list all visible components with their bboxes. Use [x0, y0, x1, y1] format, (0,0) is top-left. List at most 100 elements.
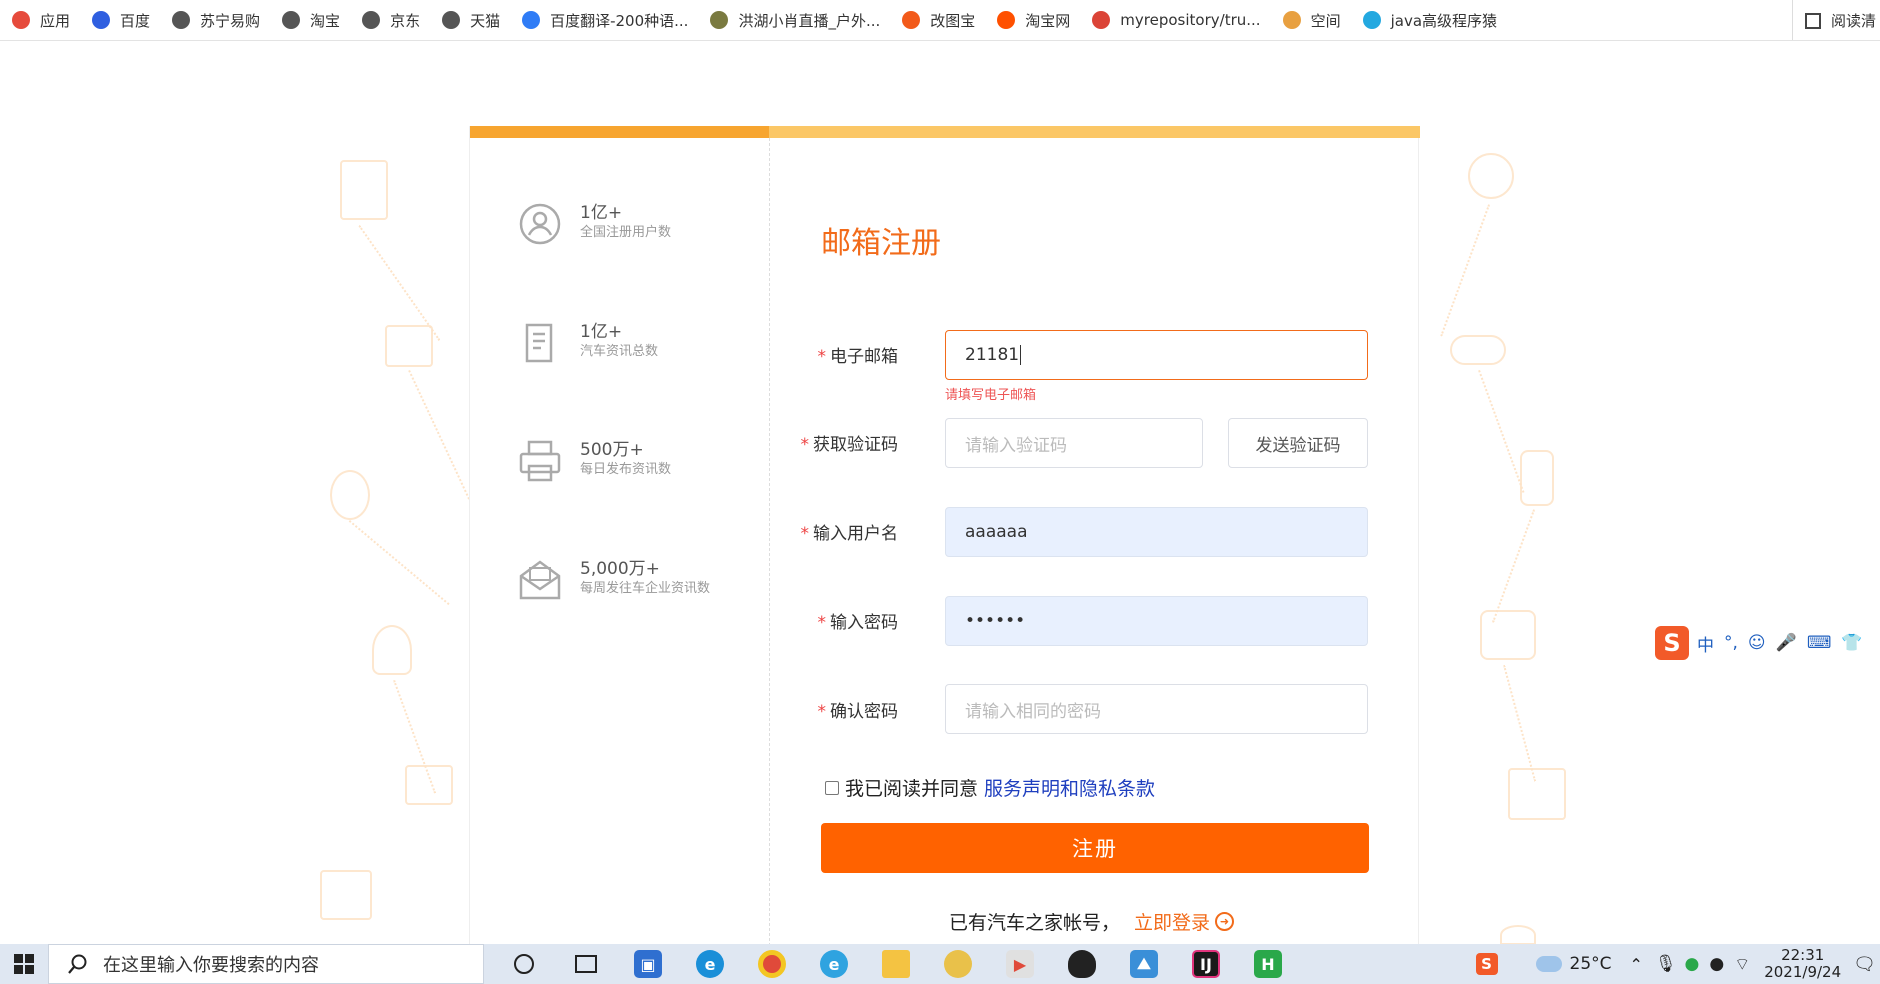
ime-keyboard-icon[interactable]: ⌨	[1807, 633, 1832, 653]
file-explorer-icon[interactable]	[876, 944, 916, 984]
wifi-icon[interactable]: ⌔	[1734, 954, 1750, 975]
bookmark-item[interactable]: 淘宝	[282, 10, 340, 31]
ime-chinese-mode[interactable]: 中	[1697, 631, 1714, 656]
bookmark-item[interactable]: myrepository/tru...	[1092, 11, 1261, 29]
ime-voice-icon[interactable]: 🎤	[1776, 633, 1797, 653]
stat-number: 1亿+	[580, 203, 623, 223]
photos-icon[interactable]: ⛰	[1124, 944, 1164, 984]
hbuilder-icon[interactable]: H	[1248, 944, 1288, 984]
register-title: 邮箱注册	[821, 226, 941, 261]
card-top-bar-left	[470, 126, 769, 138]
send-code-button[interactable]: 发送验证码	[1228, 418, 1368, 468]
bookmark-label: 百度	[120, 11, 151, 30]
temperature: 25°C	[1569, 954, 1612, 974]
user-circle-icon	[519, 203, 561, 245]
bookmark-label: 苏宁易购	[200, 11, 261, 30]
ime-emoji-icon[interactable]: ☺	[1748, 633, 1766, 653]
ime-skin-icon[interactable]: 👕	[1841, 633, 1862, 653]
sogou-logo-icon[interactable]: S	[1655, 626, 1689, 660]
bookmark-item[interactable]: 苏宁易购	[172, 10, 260, 31]
password-label: * 输入密码	[817, 613, 899, 633]
ime-punctuation[interactable]: °,	[1724, 633, 1738, 653]
windows-logo-icon	[14, 954, 34, 974]
code-label: * 获取验证码	[800, 435, 899, 455]
microphone-icon: 🎙	[1654, 954, 1677, 974]
bookmark-item[interactable]: 百度	[92, 10, 150, 31]
task-view-icon[interactable]	[566, 944, 606, 984]
wechat-tray-icon[interactable]: ●	[1685, 954, 1700, 974]
register-button[interactable]: 注册	[821, 823, 1369, 873]
email-label: * 电子邮箱	[817, 347, 899, 367]
card-top-bar-right	[769, 126, 1420, 138]
bookmark-item[interactable]: 天猫	[442, 10, 500, 31]
arrow-right-icon: ➜	[1215, 912, 1235, 931]
code-input[interactable]: 请输入验证码	[945, 418, 1203, 468]
sogou-tray-icon[interactable]: S	[1475, 953, 1498, 975]
bookmark-item[interactable]: 空间	[1282, 10, 1341, 31]
bookmark-label: 百度翻译-200种语...	[550, 11, 689, 30]
bookmark-label: 淘宝	[310, 11, 341, 30]
bookmark-label: 洪湖小肖直播_户外...	[738, 11, 881, 30]
globe-icon	[362, 11, 381, 29]
bookmark-item[interactable]: 淘宝网	[997, 10, 1070, 31]
edge-icon[interactable]: e	[690, 944, 730, 984]
terms-link[interactable]: 服务声明和隐私条款	[984, 774, 1155, 801]
qq-tray-icon[interactable]: ●	[1709, 954, 1724, 974]
username-input[interactable]: aaaaaa	[945, 507, 1368, 557]
bookmark-item[interactable]: 应用	[12, 10, 70, 31]
stat-desc: 全国注册用户数	[580, 225, 672, 240]
confirm-password-input[interactable]: 请输入相同的密码	[945, 684, 1368, 734]
email-input[interactable]: 21181	[945, 330, 1368, 380]
chrome-icon	[1092, 11, 1111, 29]
baidu-paw-icon	[92, 11, 111, 29]
bookmark-label: myrepository/tru...	[1120, 11, 1261, 29]
media-player-icon[interactable]: ▶	[1000, 944, 1040, 984]
start-button[interactable]	[0, 944, 48, 984]
bookmark-label: 京东	[390, 11, 421, 30]
remote-desktop-icon[interactable]: ▣	[628, 944, 668, 984]
bookmark-item[interactable]: 洪湖小肖直播_户外...	[710, 10, 880, 31]
notification-icon[interactable]: 🗨	[1853, 954, 1876, 975]
bookmark-item[interactable]: 改图宝	[902, 10, 975, 31]
weather-cloud-icon	[1535, 956, 1562, 972]
reading-list-icon	[1804, 12, 1821, 29]
agreement-row: 我已阅读并同意 服务声明和隐私条款	[825, 774, 1155, 801]
password-input[interactable]: ••••••	[945, 596, 1368, 646]
taobao-icon	[997, 11, 1016, 29]
clock[interactable]: 22:31 2021/9/24	[1764, 947, 1841, 981]
document-icon	[525, 323, 553, 363]
reading-mode-button[interactable]: 阅读清	[1791, 0, 1880, 40]
registration-card: 1亿+ 全国注册用户数 1亿+ 汽车资讯总数 500万+ 每日发布资讯数 5,000万…	[469, 126, 1420, 946]
email-error-message: 请填写电子邮箱	[945, 388, 1037, 403]
login-link[interactable]: 立即登录 ➜	[1134, 908, 1235, 935]
cortana-icon[interactable]	[504, 944, 544, 984]
username-label: * 输入用户名	[800, 524, 899, 544]
stat-desc: 每周发往车企业资讯数	[580, 581, 711, 596]
ime-toolbar: S 中 °, ☺ 🎤 ⌨ 👕	[1655, 625, 1880, 661]
clock-time: 22:31	[1781, 946, 1825, 964]
login-prompt-text: 已有汽车之家帐号，	[949, 912, 1121, 934]
qq-icon[interactable]	[1062, 944, 1102, 984]
chrome-icon[interactable]	[752, 944, 792, 984]
bookmark-item[interactable]: 京东	[362, 10, 420, 31]
system-tray: S 25°C ⌃ 🎙 ● ● ⌔ 22:31 2021/9/24 🗨	[1475, 944, 1880, 984]
text-cursor	[1020, 345, 1022, 365]
bookmark-label: 改图宝	[930, 11, 976, 30]
taskbar-search-box[interactable]: 在这里输入你要搜索的内容	[48, 944, 484, 984]
envelope-icon	[519, 560, 561, 600]
tray-expand-icon[interactable]: ⌃	[1630, 955, 1643, 974]
intellij-icon[interactable]: IJ	[1186, 944, 1226, 984]
apps-grid-icon	[12, 11, 30, 29]
login-prompt-row: 已有汽车之家帐号， 立即登录 ➜	[949, 908, 1235, 935]
agree-checkbox[interactable]	[825, 780, 839, 795]
stat-number: 500万+	[580, 440, 644, 460]
bookmark-item[interactable]: 百度翻译-200种语...	[522, 10, 688, 31]
search-icon	[68, 954, 87, 974]
sticky-app-icon[interactable]	[938, 944, 978, 984]
bookmark-label: 天猫	[470, 11, 501, 30]
gaitubao-icon	[902, 11, 921, 29]
ie-icon[interactable]: e	[814, 944, 854, 984]
bookmark-item[interactable]: java高级程序猿	[1362, 10, 1497, 31]
bookmark-label: 淘宝网	[1025, 11, 1071, 30]
confirm-password-label: * 确认密码	[817, 702, 899, 722]
